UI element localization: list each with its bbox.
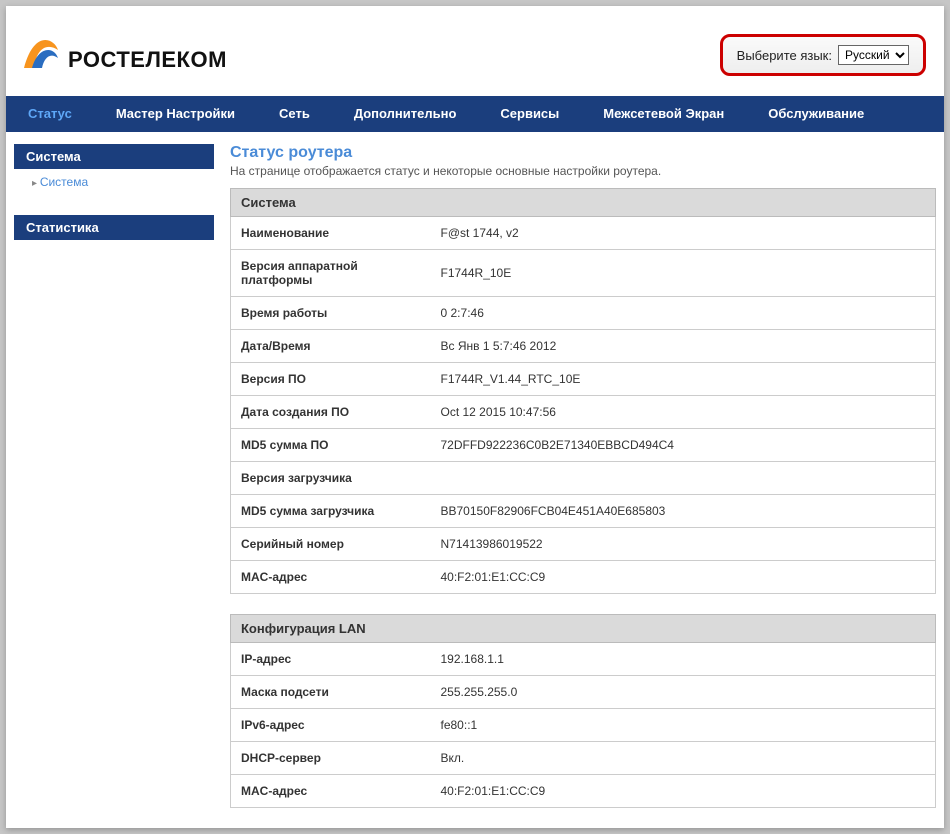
row-label: MD5 сумма загрузчика: [231, 495, 431, 528]
row-value: 192.168.1.1: [431, 643, 936, 676]
table-row: Серийный номерN71413986019522: [231, 528, 936, 561]
page-desc: На странице отображается статус и некото…: [230, 164, 936, 178]
section-title: Конфигурация LAN: [230, 614, 936, 643]
sidebar-item: Система: [14, 169, 214, 195]
language-select[interactable]: РусскийEnglish: [838, 45, 909, 65]
table-row: MAC-адрес40:F2:01:E1:CC:C9: [231, 561, 936, 594]
table-row: IP-адрес192.168.1.1: [231, 643, 936, 676]
table-row: DHCP-серверВкл.: [231, 742, 936, 775]
table-row: MD5 сумма ПО72DFFD922236C0B2E71340EBBCD4…: [231, 429, 936, 462]
sidebar-item-link[interactable]: Система: [40, 175, 88, 189]
row-label: IP-адрес: [231, 643, 431, 676]
row-value: fe80::1: [431, 709, 936, 742]
sidebar-group: Статистика: [14, 215, 214, 240]
row-value: 40:F2:01:E1:CC:C9: [431, 561, 936, 594]
nav-item[interactable]: Сервисы: [478, 96, 581, 132]
row-value: BB70150F82906FCB04E451A40E685803: [431, 495, 936, 528]
nav-item[interactable]: Мастер Настройки: [94, 96, 257, 132]
row-value: 255.255.255.0: [431, 676, 936, 709]
row-label: MAC-адрес: [231, 561, 431, 594]
row-label: Дата создания ПО: [231, 396, 431, 429]
row-label: Серийный номер: [231, 528, 431, 561]
sidebar-group-title[interactable]: Система: [14, 144, 214, 169]
table-row: Версия загрузчика: [231, 462, 936, 495]
row-value: 40:F2:01:E1:CC:C9: [431, 775, 936, 808]
row-label: MD5 сумма ПО: [231, 429, 431, 462]
sidebar: Система Система Статистика: [14, 144, 214, 828]
row-value: F@st 1744, v2: [431, 217, 936, 250]
row-label: Версия аппаратной платформы: [231, 250, 431, 297]
info-section: СистемаНаименованиеF@st 1744, v2Версия а…: [230, 188, 936, 594]
main-area: Система Система Статистика Статус роутера …: [6, 132, 944, 828]
nav-item[interactable]: Дополнительно: [332, 96, 479, 132]
row-value: 72DFFD922236C0B2E71340EBBCD494C4: [431, 429, 936, 462]
section-title: Система: [230, 188, 936, 217]
row-value: 0 2:7:46: [431, 297, 936, 330]
table-row: MD5 сумма загрузчикаBB70150F82906FCB04E4…: [231, 495, 936, 528]
row-value: F1744R_10E: [431, 250, 936, 297]
row-label: Время работы: [231, 297, 431, 330]
table-row: MAC-адрес40:F2:01:E1:CC:C9: [231, 775, 936, 808]
header: РОСТЕЛЕКОМ Выберите язык: РусскийEnglish: [6, 6, 944, 96]
nav-item[interactable]: Межсетевой Экран: [581, 96, 746, 132]
row-label: MAC-адрес: [231, 775, 431, 808]
table-row: Дата создания ПОOct 12 2015 10:47:56: [231, 396, 936, 429]
row-label: Дата/Время: [231, 330, 431, 363]
row-value: Oct 12 2015 10:47:56: [431, 396, 936, 429]
table-row: IPv6-адресfe80::1: [231, 709, 936, 742]
content: Статус роутера На странице отображается …: [230, 144, 936, 828]
sidebar-group: Система Система: [14, 144, 214, 195]
row-label: Наименование: [231, 217, 431, 250]
table-row: Время работы0 2:7:46: [231, 297, 936, 330]
row-value: F1744R_V1.44_RTC_10E: [431, 363, 936, 396]
page-container: РОСТЕЛЕКОМ Выберите язык: РусскийEnglish…: [6, 6, 944, 828]
sidebar-group-title[interactable]: Статистика: [14, 215, 214, 240]
row-value: N71413986019522: [431, 528, 936, 561]
table-row: Маска подсети255.255.255.0: [231, 676, 936, 709]
nav-item[interactable]: Статус: [6, 96, 94, 132]
table-row: НаименованиеF@st 1744, v2: [231, 217, 936, 250]
row-label: IPv6-адрес: [231, 709, 431, 742]
row-label: DHCP-сервер: [231, 742, 431, 775]
nav-item[interactable]: Обслуживание: [746, 96, 886, 132]
main-nav: СтатусМастер НастройкиСетьДополнительноС…: [6, 96, 944, 132]
language-label: Выберите язык:: [737, 48, 832, 63]
row-value: Вс Янв 1 5:7:46 2012: [431, 330, 936, 363]
table-row: Версия аппаратной платформыF1744R_10E: [231, 250, 936, 297]
language-selector: Выберите язык: РусскийEnglish: [720, 34, 926, 76]
info-table: НаименованиеF@st 1744, v2Версия аппаратн…: [230, 217, 936, 594]
info-section: Конфигурация LANIP-адрес192.168.1.1Маска…: [230, 614, 936, 808]
row-value: Вкл.: [431, 742, 936, 775]
row-label: Версия загрузчика: [231, 462, 431, 495]
brand-name: РОСТЕЛЕКОМ: [68, 47, 227, 73]
row-label: Версия ПО: [231, 363, 431, 396]
table-row: Дата/ВремяВс Янв 1 5:7:46 2012: [231, 330, 936, 363]
logo-icon: [14, 20, 64, 76]
row-label: Маска подсети: [231, 676, 431, 709]
info-table: IP-адрес192.168.1.1Маска подсети255.255.…: [230, 643, 936, 808]
table-row: Версия ПОF1744R_V1.44_RTC_10E: [231, 363, 936, 396]
row-value: [431, 462, 936, 495]
page-title: Статус роутера: [230, 144, 936, 162]
nav-item[interactable]: Сеть: [257, 96, 332, 132]
